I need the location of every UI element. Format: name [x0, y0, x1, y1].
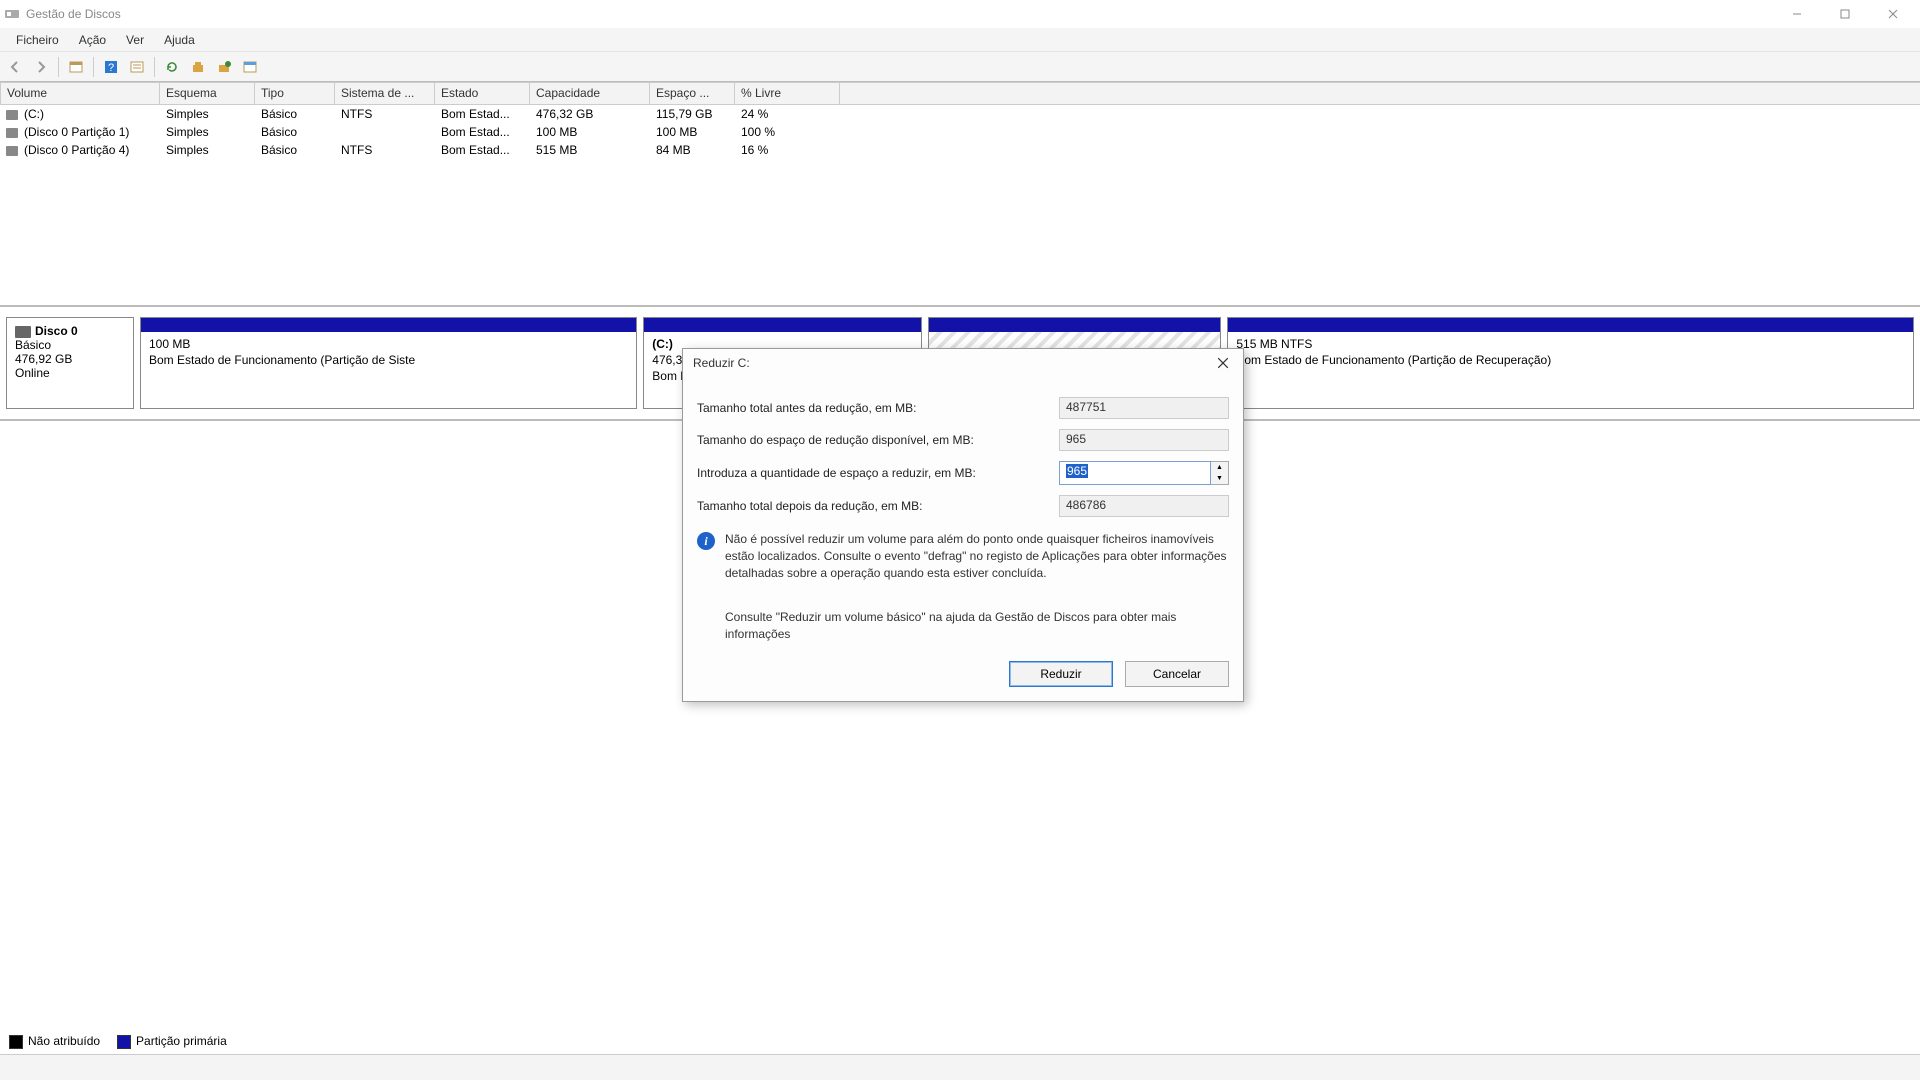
shrink-dialog: Reduzir C: Tamanho total antes da reduçã…: [682, 348, 1244, 702]
dialog-close-button[interactable]: [1213, 353, 1233, 373]
spin-up-button[interactable]: ▲: [1211, 462, 1228, 473]
info-icon: i: [697, 532, 715, 550]
dialog-title: Reduzir C:: [693, 356, 750, 370]
value-total-after: 486786: [1059, 495, 1229, 517]
label-available: Tamanho do espaço de redução disponível,…: [697, 433, 1059, 447]
spin-down-button[interactable]: ▼: [1211, 473, 1228, 484]
label-total-after: Tamanho total depois da redução, em MB:: [697, 499, 1059, 513]
cancel-button[interactable]: Cancelar: [1125, 661, 1229, 687]
help-message: Consulte "Reduzir um volume básico" na a…: [725, 609, 1229, 643]
label-total-before: Tamanho total antes da redução, em MB:: [697, 401, 1059, 415]
value-total-before: 487751: [1059, 397, 1229, 419]
info-message: Não é possível reduzir um volume para al…: [725, 531, 1229, 581]
label-shrink-amount: Introduza a quantidade de espaço a reduz…: [697, 466, 1059, 480]
shrink-amount-input[interactable]: 965: [1059, 461, 1211, 485]
shrink-button[interactable]: Reduzir: [1009, 661, 1113, 687]
value-available: 965: [1059, 429, 1229, 451]
